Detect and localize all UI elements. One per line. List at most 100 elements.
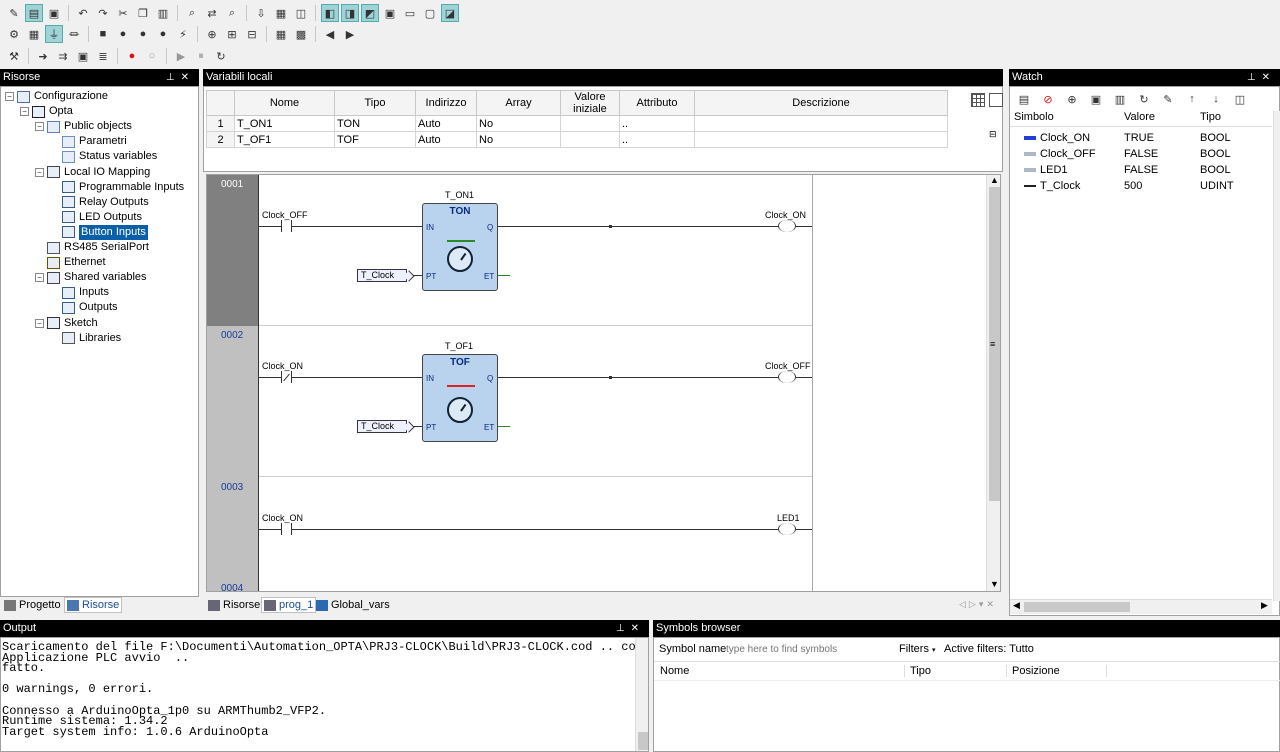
watch-add-icon[interactable]: ⊕: [1063, 90, 1081, 108]
collapse-icon[interactable]: −: [35, 167, 44, 177]
tool2-icon[interactable]: ➜: [34, 47, 52, 65]
tree-item-public-objects[interactable]: − Public objects: [35, 119, 132, 134]
table-cell[interactable]: [694, 115, 948, 132]
tree-item-ethernet[interactable]: Ethernet: [35, 255, 106, 270]
editor-tab-risorse[interactable]: Risorse: [206, 597, 262, 613]
editor-tab-global-vars[interactable]: Global_vars: [314, 597, 392, 613]
filters-dropdown[interactable]: Filters ▾: [899, 643, 936, 655]
table-cell[interactable]: ..: [619, 131, 695, 148]
open-icon[interactable]: ▤: [25, 4, 43, 22]
grid-icon[interactable]: ▩: [292, 25, 310, 43]
col-header[interactable]: Attributo: [619, 90, 695, 116]
tab-risorse[interactable]: Risorse: [64, 597, 123, 613]
tree-item-inputs[interactable]: Inputs: [50, 285, 109, 300]
table-cell[interactable]: [694, 131, 948, 148]
table-cell[interactable]: TON: [334, 115, 416, 132]
table-cell[interactable]: Auto: [415, 131, 477, 148]
text-view-icon[interactable]: [989, 93, 1003, 107]
collapse-icon[interactable]: −: [35, 318, 44, 328]
find-icon[interactable]: ⌕: [183, 4, 201, 22]
build-icon[interactable]: ▦: [25, 25, 43, 43]
print-icon[interactable]: ▦: [272, 4, 290, 22]
compile-icon[interactable]: ⚙: [5, 25, 23, 43]
view3-icon[interactable]: ◩: [361, 4, 379, 22]
link-icon[interactable]: ⊟: [989, 129, 1003, 139]
grid-view-icon[interactable]: [971, 93, 985, 107]
watch-row[interactable]: Clock_OFF FALSE BOOL: [1010, 146, 1272, 162]
tree-item-shared-variables[interactable]: − Shared variables: [35, 270, 147, 285]
col-header[interactable]: Descrizione: [694, 90, 948, 116]
table-icon[interactable]: ▦: [272, 25, 290, 43]
tree-item-sketch[interactable]: − Sketch: [35, 316, 98, 331]
move-up-icon[interactable]: ↑: [1183, 90, 1201, 108]
tree-item-button-inputs[interactable]: Button Inputs: [50, 224, 148, 240]
replace-icon[interactable]: ⇄: [203, 4, 221, 22]
connect-icon[interactable]: ⏚: [45, 25, 63, 43]
watch-edit-icon[interactable]: ✎: [1159, 90, 1177, 108]
forward-icon[interactable]: ▶: [341, 25, 359, 43]
back-icon[interactable]: ◀: [321, 25, 339, 43]
copy-icon[interactable]: ❐: [134, 4, 152, 22]
tree-item-libraries[interactable]: Libraries: [50, 331, 121, 346]
tree-item-rs485-serialport[interactable]: RS485 SerialPort: [35, 240, 149, 255]
step3-icon[interactable]: ●: [154, 25, 172, 43]
debug1-icon[interactable]: ⊕: [203, 25, 221, 43]
paste-icon[interactable]: ▥: [154, 4, 172, 22]
col-header[interactable]: Valore iniziale: [560, 90, 620, 116]
rung-number[interactable]: 0002: [207, 330, 258, 341]
collapse-icon[interactable]: −: [20, 107, 29, 117]
record-icon[interactable]: ●: [123, 47, 141, 65]
pause-icon[interactable]: ⏸: [192, 47, 210, 65]
collapse-icon[interactable]: −: [5, 92, 14, 101]
find-in-files-icon[interactable]: ⌕: [223, 4, 241, 22]
coil-symbol[interactable]: [778, 523, 796, 535]
output-vscroll[interactable]: [635, 638, 648, 751]
watch-controls[interactable]: ⊥✕: [1247, 69, 1276, 86]
coil-symbol[interactable]: [778, 371, 796, 383]
output-controls[interactable]: ⊥✕: [616, 620, 645, 637]
watch-save-icon[interactable]: ▣: [1087, 90, 1105, 108]
coil-symbol[interactable]: [778, 220, 796, 232]
refresh-icon[interactable]: ↻: [212, 47, 230, 65]
watch-hscroll[interactable]: ◀ ▶: [1010, 599, 1272, 614]
disconnect-icon[interactable]: ⏛: [65, 25, 83, 43]
stop-icon[interactable]: ■: [94, 25, 112, 43]
step2-icon[interactable]: ●: [134, 25, 152, 43]
rung-number[interactable]: 0003: [207, 482, 258, 493]
table-cell[interactable]: Auto: [415, 115, 477, 132]
view6-icon[interactable]: ▢: [421, 4, 439, 22]
tab-progetto[interactable]: Progetto: [2, 597, 63, 613]
save-icon[interactable]: ▣: [45, 4, 63, 22]
view5-icon[interactable]: ▭: [401, 4, 419, 22]
step1-icon[interactable]: ●: [114, 25, 132, 43]
tree-item-outputs[interactable]: Outputs: [50, 300, 118, 315]
new-icon[interactable]: ✎: [5, 4, 23, 22]
pt-variable[interactable]: T_Clock: [357, 269, 407, 282]
circle-icon[interactable]: ○: [143, 47, 161, 65]
move-down-icon[interactable]: ↓: [1207, 90, 1225, 108]
table-cell[interactable]: [560, 131, 620, 148]
table-cell[interactable]: T_OF1: [234, 131, 335, 148]
play-icon[interactable]: ▶: [172, 47, 190, 65]
debug3-icon[interactable]: ⊟: [243, 25, 261, 43]
undo-icon[interactable]: ↶: [74, 4, 92, 22]
symbol-search-input[interactable]: [726, 641, 894, 657]
rung-number[interactable]: 0004: [207, 583, 258, 591]
watch-list-icon[interactable]: ▤: [1015, 90, 1033, 108]
flash-icon[interactable]: ⚡: [174, 25, 192, 43]
view7-icon[interactable]: ◪: [441, 4, 459, 22]
tree-item-programmable-inputs[interactable]: Programmable Inputs: [50, 180, 184, 195]
table-cell[interactable]: [560, 115, 620, 132]
watch-load-icon[interactable]: ▥: [1111, 90, 1129, 108]
function-block-tof[interactable]: TOF IN Q PT ET: [422, 354, 498, 442]
ladder-vscroll[interactable]: ▲ ≡ ▼: [986, 175, 1000, 591]
view2-icon[interactable]: ◨: [341, 4, 359, 22]
tool4-icon[interactable]: ▣: [74, 47, 92, 65]
collapse-icon[interactable]: −: [35, 273, 44, 283]
rung-number[interactable]: 0001: [207, 179, 258, 190]
watch-row[interactable]: T_Clock 500 UDINT: [1010, 178, 1272, 194]
pt-variable[interactable]: T_Clock: [357, 420, 407, 433]
tree-item-configurazione[interactable]: − Configurazione: [5, 89, 108, 104]
tree-item-opta[interactable]: − Opta: [20, 104, 73, 119]
table-cell[interactable]: No: [476, 131, 561, 148]
